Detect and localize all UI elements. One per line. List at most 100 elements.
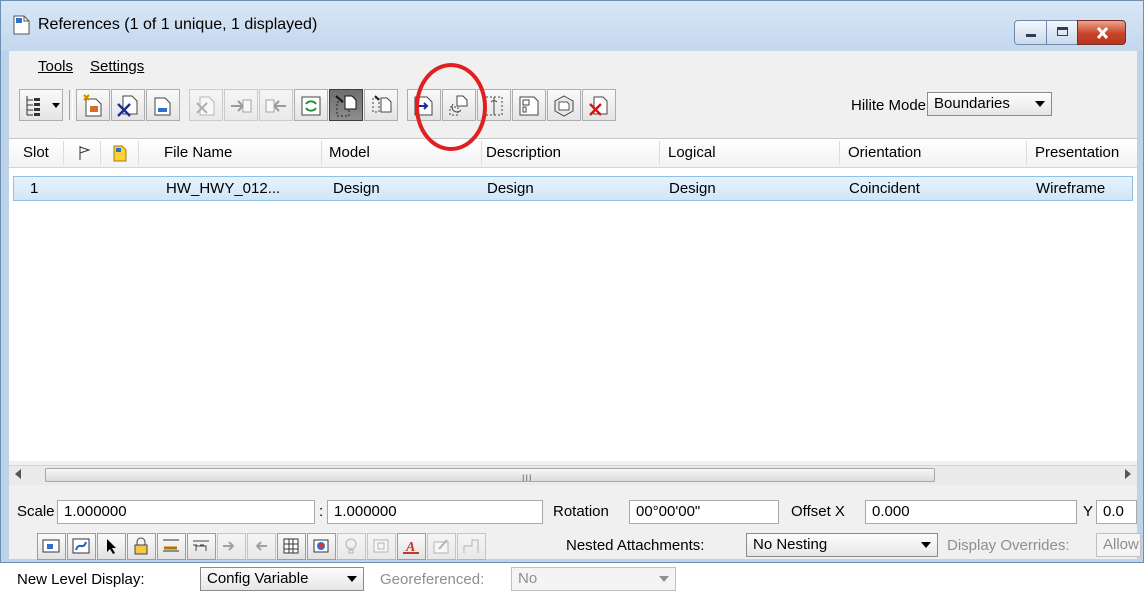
clip-front-icon bbox=[589, 96, 608, 116]
nested-attachments-label: Nested Attachments: bbox=[566, 537, 705, 554]
make-direct-attachment-icon bbox=[554, 95, 574, 117]
chevron-down-icon bbox=[921, 542, 931, 548]
cell-orientation: Coincident bbox=[849, 180, 920, 197]
raster-toggle-icon bbox=[283, 538, 299, 554]
georeferenced-label: Georeferenced: bbox=[380, 571, 485, 588]
column-header-model[interactable]: Model bbox=[329, 144, 370, 161]
true-scale-toggle-button[interactable] bbox=[157, 533, 186, 560]
chevron-down-icon bbox=[1035, 101, 1045, 107]
rotation-field[interactable]: 00°00'00" bbox=[629, 500, 779, 524]
nested-attachments-select[interactable]: No Nesting bbox=[746, 533, 938, 557]
offset-x-field[interactable]: 0.000 bbox=[865, 500, 1077, 524]
hilite-mode-select[interactable]: Boundaries bbox=[927, 92, 1052, 116]
maximize-button[interactable] bbox=[1046, 20, 1078, 45]
references-window-icon bbox=[13, 15, 30, 35]
document-icon[interactable] bbox=[112, 145, 128, 162]
hilite-mode-value: Boundaries bbox=[934, 95, 1010, 112]
treat-as-element-button[interactable] bbox=[217, 533, 246, 560]
new-level-display-label: New Level Display: bbox=[17, 571, 145, 588]
close-icon bbox=[1096, 27, 1109, 39]
menu-settings[interactable]: Settings bbox=[90, 58, 144, 75]
column-divider bbox=[659, 141, 660, 165]
chevron-down-icon bbox=[347, 576, 357, 582]
menu-bar: Tools Settings bbox=[9, 51, 1137, 81]
copy-reference-button[interactable] bbox=[259, 89, 293, 121]
mirror-horizontal-icon bbox=[372, 95, 392, 113]
scrollbar-thumb[interactable]: III bbox=[45, 468, 935, 483]
exchange-reference-button[interactable] bbox=[189, 89, 223, 121]
column-header-slot[interactable]: Slot bbox=[23, 144, 49, 161]
close-button[interactable] bbox=[1077, 20, 1126, 45]
column-header-orientation[interactable]: Orientation bbox=[848, 144, 921, 161]
scroll-right-icon[interactable] bbox=[1125, 469, 1131, 479]
toolbar-separator bbox=[69, 90, 73, 120]
scale-line-styles-button[interactable] bbox=[187, 533, 216, 560]
ignore-attachment-button[interactable] bbox=[247, 533, 276, 560]
use-lights-button[interactable] bbox=[457, 533, 486, 560]
mirror-vertical-button[interactable] bbox=[407, 89, 441, 121]
cell-model: Design bbox=[333, 180, 380, 197]
clip-mask-button[interactable] bbox=[477, 89, 511, 121]
scale-label: Scale bbox=[17, 503, 55, 520]
column-header-file-name[interactable]: File Name bbox=[164, 144, 232, 161]
attach-reference-button[interactable] bbox=[76, 89, 110, 121]
offset-x-value: 0.000 bbox=[872, 503, 910, 520]
column-header-description[interactable]: Description bbox=[486, 144, 561, 161]
move-reference-button[interactable] bbox=[224, 89, 258, 121]
treat-as-element-icon bbox=[223, 541, 235, 551]
minimize-button[interactable] bbox=[1014, 20, 1047, 45]
menu-tools[interactable]: Tools bbox=[38, 58, 73, 75]
scale-reference-icon bbox=[335, 95, 357, 117]
rotation-label: Rotation bbox=[553, 503, 609, 520]
make-direct-attachment-button[interactable] bbox=[547, 89, 581, 121]
cell-presentation: Wireframe bbox=[1036, 180, 1106, 197]
offset-x-label: Offset X bbox=[791, 503, 845, 520]
column-header-presentation[interactable]: Presentation bbox=[1035, 144, 1119, 161]
tree-list-button[interactable] bbox=[19, 89, 63, 121]
flag-icon[interactable] bbox=[78, 145, 92, 161]
snap-toggle-button[interactable] bbox=[67, 533, 96, 560]
offset-y-field[interactable]: 0.0 bbox=[1096, 500, 1137, 524]
column-header-logical[interactable]: Logical bbox=[668, 144, 716, 161]
levels-toggle-button[interactable] bbox=[367, 533, 396, 560]
mirror-horizontal-button[interactable] bbox=[364, 89, 398, 121]
detach-reference-button[interactable] bbox=[111, 89, 145, 121]
text-style-button[interactable]: A bbox=[397, 533, 426, 560]
scale-value-1: 1.000000 bbox=[64, 503, 127, 520]
scale-reference-button[interactable] bbox=[329, 89, 363, 121]
scale-field-1[interactable]: 1.000000 bbox=[57, 500, 315, 524]
rotate-reference-button[interactable] bbox=[294, 89, 328, 121]
colors-icon bbox=[433, 539, 449, 554]
table-header: Slot File Name Model Description Logical bbox=[9, 139, 1137, 168]
copy-reference-icon bbox=[265, 99, 286, 113]
horizontal-scrollbar[interactable]: III bbox=[9, 465, 1137, 485]
locate-toggle-button[interactable] bbox=[97, 533, 126, 560]
clip-boundary-icon bbox=[449, 95, 468, 116]
scroll-left-icon[interactable] bbox=[15, 469, 21, 479]
display-toggle-button[interactable] bbox=[37, 533, 66, 560]
display-overrides-select[interactable]: Allow bbox=[1096, 533, 1141, 557]
true-scale-toggle-icon bbox=[163, 539, 179, 552]
raster-toggle-button[interactable] bbox=[277, 533, 306, 560]
colors-button[interactable] bbox=[427, 533, 456, 560]
scale-field-2[interactable]: 1.000000 bbox=[327, 500, 543, 524]
new-level-display-select[interactable]: Config Variable bbox=[200, 567, 364, 591]
ignore-attachment-icon bbox=[255, 541, 267, 551]
lock-toggle-button[interactable] bbox=[127, 533, 156, 560]
column-divider bbox=[63, 141, 64, 165]
column-divider bbox=[138, 141, 139, 165]
text-style-icon: A bbox=[403, 540, 419, 555]
delete-clip-button[interactable] bbox=[512, 89, 546, 121]
clip-front-button[interactable] bbox=[582, 89, 616, 121]
reload-reference-icon bbox=[154, 97, 171, 116]
title-bar[interactable]: References (1 of 1 unique, 1 displayed) bbox=[1, 1, 1143, 51]
reload-reference-button[interactable] bbox=[146, 89, 180, 121]
detach-reference-icon bbox=[117, 95, 138, 117]
georeferenced-select[interactable]: No bbox=[511, 567, 676, 591]
lights-toggle-button[interactable] bbox=[337, 533, 366, 560]
clip-boundary-button[interactable] bbox=[442, 89, 476, 121]
table-row[interactable]: 1 HW_HWY_012... Design Design Design Coi… bbox=[13, 176, 1133, 201]
cell-file-name: HW_HWY_012... bbox=[166, 180, 281, 197]
exchange-reference-icon bbox=[196, 96, 215, 116]
color-adjust-button[interactable] bbox=[307, 533, 336, 560]
